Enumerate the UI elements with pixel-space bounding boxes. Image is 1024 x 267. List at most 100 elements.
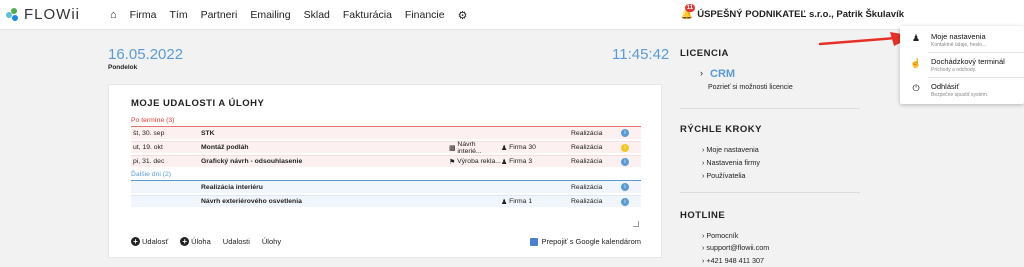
license-link[interactable]: Pozrieť si možnosti licencie [708,84,793,91]
menu-item-attendance-terminal[interactable]: ☝ Dochádzkový terminál Príchody a odchod… [900,53,1024,77]
menu-item-logout[interactable]: ⏻ Odhlásiť Bezpečne spustiť systém. [900,78,1024,102]
home-icon[interactable]: ⌂ [110,9,117,21]
current-date: 16.05.2022 [108,46,184,63]
current-day: Pondelok [108,64,138,71]
logo-mark-icon [6,7,20,22]
license-name[interactable]: CRM [710,68,735,80]
resize-handle-icon[interactable] [633,221,639,227]
hotline-label: Pomocník [706,231,739,240]
person-icon: ♟ [501,158,508,166]
row-status: Realizácia [571,144,603,151]
brand-name: FLOWii [24,6,80,23]
row-work[interactable]: Výroba rekla... [457,158,501,165]
table-row[interactable]: pi, 31. dec Grafický návrh - odsouhlasen… [131,155,641,167]
touch-icon: ☝ [910,58,922,68]
row-title[interactable]: Realizácia interiéru [201,184,449,191]
status-dot-icon[interactable]: i [621,129,629,137]
table-row[interactable]: ut, 19. okt Montáž podláh ▩ Návrh interié… [131,141,641,155]
nav-item-financie[interactable]: Financie [405,9,445,21]
gear-icon[interactable]: ⚙ [458,9,468,22]
quick-item-label: Moje nastavenia [706,145,759,154]
row-firm[interactable]: Firma 3 [509,158,532,165]
flowii-logo[interactable]: FLOWii [6,6,80,23]
quick-item-company-settings[interactable]: › Nastavenia firmy [702,158,760,167]
plus-icon: + [180,237,190,246]
google-calendar-link[interactable]: Prepojiť s Google kalendárom [530,237,641,246]
row-date: pi, 31. dec [133,158,165,165]
add-task-button[interactable]: + Úloha [180,237,211,246]
flag-icon: ⚑ [449,158,456,166]
nav-item-fakturacia[interactable]: Fakturácia [343,9,392,21]
google-calendar-label: Prepojiť s Google kalendárom [541,237,641,246]
sidebar-divider [680,108,860,109]
nav-item-partneri[interactable]: Partneri [201,9,238,21]
row-firm[interactable]: Firma 1 [509,198,532,205]
table-row[interactable]: Návrh exteriérového osvetlenia ♟ Firma 1 … [131,195,641,207]
person-icon: ♟ [501,144,508,152]
menu-item-title: Moje nastavenia [931,32,986,41]
hotline-phone[interactable]: › +421 948 411 307 [702,256,764,265]
events-link[interactable]: Udalosti [223,237,250,246]
row-title[interactable]: Montáž podláh [201,144,449,151]
status-dot-icon[interactable]: i [621,157,629,166]
menu-item-subtitle: Bezpečne spustiť systém. [931,92,989,98]
quick-item-label: Nastavenia firmy [706,158,760,167]
plus-icon: + [131,237,140,246]
table-row[interactable]: Realizácia interiéru Realizácia i [131,181,641,193]
quick-item-users[interactable]: › Používatelia [702,171,746,180]
table-row[interactable]: št, 30. sep STK Realizácia i [131,127,641,139]
quick-steps-title: RÝCHLE KROKY [680,124,763,135]
row-date: št, 30. sep [133,129,165,137]
menu-item-my-settings[interactable]: ♟ Moje nastavenia Kontaktné údaje, heslo… [900,28,1024,52]
add-event-label: Udalosť [142,237,169,246]
row-status: Realizácia [571,198,603,205]
row-date: ut, 19. okt [133,144,163,151]
row-work[interactable]: Návrh interié... [457,141,501,155]
chevron-right-icon: › [700,68,703,78]
user-dropdown-menu: ♟ Moje nastavenia Kontaktné údaje, heslo… [900,26,1024,104]
add-task-label: Úloha [191,237,211,246]
menu-item-subtitle: Príchody a odchody. [931,67,977,73]
hotline-label: support@flowii.com [706,243,770,252]
quick-item-my-settings[interactable]: › Moje nastavenia [702,145,759,154]
row-status: Realizácia [571,129,603,137]
events-actions: + Udalosť + Úloha Udalosti Úlohy Prepojiť … [131,237,641,246]
events-card: MOJE UDALOSTI A ÚLOHY Po termíne (3) št,… [108,84,662,258]
hotline-title: HOTLINE [680,210,726,221]
notification-badge: 11 [684,4,696,12]
status-dot-icon[interactable]: i [621,183,629,191]
next-days-label[interactable]: Ďalšie dni (2) [131,171,171,178]
row-firm[interactable]: Firma 30 [509,144,536,151]
main-nav: ⌂ Firma Tím Partneri Emailing Sklad Fakt… [110,0,468,30]
row-status: Realizácia [571,158,603,165]
row-title[interactable]: STK [201,130,449,137]
menu-item-subtitle: Kontaktné údaje, heslo... [931,42,987,48]
quick-item-label: Používatelia [706,171,746,180]
tasks-link[interactable]: Úlohy [262,237,281,246]
person-icon: ♟ [911,33,921,43]
user-menu[interactable]: 🔔 11 ÚSPEŠNÝ PODNIKATEĽ s.r.o., Patrik Šk… [681,4,904,20]
overdue-label[interactable]: Po termíne (3) [131,117,174,124]
nav-item-emailing[interactable]: Emailing [250,9,290,21]
top-navbar: FLOWii ⌂ Firma Tím Partneri Emailing Skl… [0,0,1024,30]
nav-item-firma[interactable]: Firma [130,9,157,21]
row-title[interactable]: Grafický návrh - odsouhlasenie [201,158,449,165]
menu-item-title: Odhlásiť [931,82,960,91]
hotline-email[interactable]: › support@flowii.com [702,243,769,252]
nav-item-tim[interactable]: Tím [170,9,188,21]
current-time: 11:45:42 [612,46,670,63]
add-event-button[interactable]: + Udalosť [131,237,168,246]
events-title: MOJE UDALOSTI A ÚLOHY [131,98,265,109]
power-icon: ⏻ [912,83,920,93]
hotline-label: +421 948 411 307 [706,256,765,265]
hotline-help[interactable]: › Pomocník [702,231,738,240]
nav-item-sklad[interactable]: Sklad [304,9,330,21]
user-label[interactable]: ÚSPEŠNÝ PODNIKATEĽ s.r.o., Patrik Škulav… [697,9,904,20]
status-dot-icon[interactable]: i [621,197,629,206]
row-status: Realizácia [571,183,603,191]
person-icon: ♟ [501,198,508,206]
row-title[interactable]: Návrh exteriérového osvetlenia [201,198,449,205]
status-dot-icon[interactable]: i [621,143,629,152]
sidebar-divider [680,192,860,193]
bell-icon[interactable]: 🔔 11 [681,4,696,20]
